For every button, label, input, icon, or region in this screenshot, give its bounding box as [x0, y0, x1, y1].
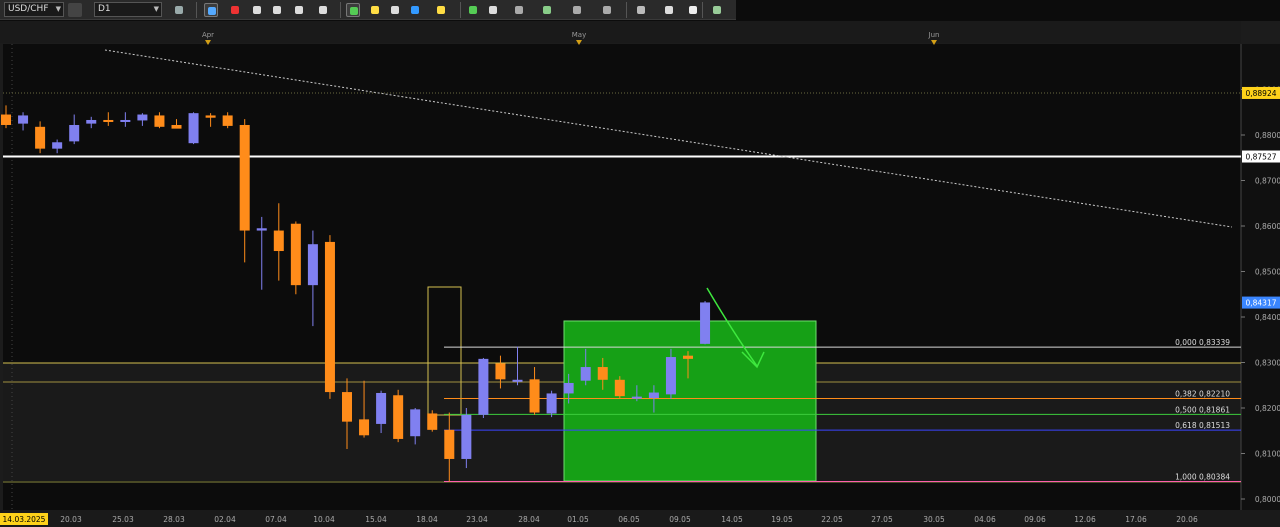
month-axis — [0, 21, 1241, 43]
y-tick-label: 0,8700 — [1255, 177, 1280, 186]
candle-body[interactable] — [683, 355, 693, 359]
candle-body[interactable] — [359, 419, 370, 436]
candle-body[interactable] — [188, 113, 199, 144]
fib-level-label: 0,382 0,82210 — [1175, 389, 1230, 398]
candle-body[interactable] — [410, 409, 421, 437]
candle-body[interactable] — [563, 382, 574, 394]
candle-body[interactable] — [137, 114, 148, 121]
candle-body[interactable] — [597, 367, 608, 380]
candle-body[interactable] — [512, 379, 523, 382]
x-tick-label: 17.06 — [1125, 515, 1147, 524]
candle-body[interactable] — [35, 126, 46, 149]
x-tick-label: 18.04 — [416, 515, 438, 524]
candle-body[interactable] — [342, 392, 352, 422]
candle-body[interactable] — [86, 119, 97, 124]
candle-body[interactable] — [307, 244, 318, 286]
x-tick-label: 30.05 — [923, 515, 945, 524]
candle-body[interactable] — [239, 124, 250, 231]
candle-body[interactable] — [52, 142, 63, 149]
x-tick-label: 28.03 — [163, 515, 185, 524]
candle-body[interactable] — [665, 357, 676, 395]
start-date-label: 14.03.2025 — [3, 515, 46, 524]
candle-body[interactable] — [120, 119, 131, 122]
y-tick-label: 0,8100 — [1255, 450, 1280, 459]
y-tick-label: 0,8600 — [1255, 222, 1280, 231]
x-tick-label: 19.05 — [771, 515, 793, 524]
x-tick-label: 02.04 — [214, 515, 236, 524]
x-tick-label: 15.04 — [365, 515, 387, 524]
candle-body[interactable] — [171, 124, 182, 129]
y-tick-label: 0,8300 — [1255, 359, 1280, 368]
x-tick-label: 01.05 — [567, 515, 589, 524]
x-tick-label: 14.05 — [721, 515, 743, 524]
candle-body[interactable] — [154, 115, 165, 127]
x-tick-label: 10.04 — [313, 515, 335, 524]
candle-body[interactable] — [580, 367, 591, 381]
x-tick-label: 20.06 — [1176, 515, 1198, 524]
x-tick-label: 25.03 — [112, 515, 134, 524]
high-price-badge: 0,88924 — [1245, 89, 1276, 98]
candle-body[interactable] — [273, 230, 284, 252]
candle-body[interactable] — [18, 115, 29, 124]
candle-body[interactable] — [427, 413, 438, 430]
candle-body[interactable] — [495, 363, 506, 380]
target-zone[interactable] — [563, 320, 817, 482]
x-tick-label: 27.05 — [871, 515, 893, 524]
candle-body[interactable] — [1, 114, 11, 125]
candle-body[interactable] — [444, 429, 455, 459]
y-tick-label: 0,8400 — [1255, 313, 1280, 322]
candle-body[interactable] — [103, 119, 114, 122]
fib-level-label: 1,000 0,80384 — [1175, 473, 1230, 482]
fib-level-label: 0,500 0,81861 — [1175, 405, 1230, 414]
trading-terminal: USD/CHF ▼ D1 ▼ AprMayJun0,89000,88000,87… — [0, 0, 1280, 527]
month-label: Apr — [202, 31, 214, 39]
x-tick-label: 04.06 — [974, 515, 996, 524]
x-tick-label: 28.04 — [518, 515, 540, 524]
y-tick-label: 0,8800 — [1255, 131, 1280, 140]
fib-level-label: 0,618 0,81513 — [1175, 421, 1230, 430]
month-label: Jun — [928, 31, 940, 39]
x-tick-label: 23.04 — [466, 515, 488, 524]
candle-body[interactable] — [461, 414, 472, 459]
y-tick-label: 0,8000 — [1255, 495, 1280, 504]
candle-body[interactable] — [478, 358, 489, 415]
candle-body[interactable] — [631, 396, 642, 399]
x-tick-label: 06.05 — [618, 515, 640, 524]
x-tick-label: 09.06 — [1024, 515, 1046, 524]
candle-body[interactable] — [393, 395, 404, 439]
candle-body[interactable] — [700, 302, 711, 344]
x-tick-label: 12.06 — [1074, 515, 1096, 524]
candle-body[interactable] — [205, 115, 216, 118]
candle-body[interactable] — [222, 115, 233, 126]
candle-body[interactable] — [324, 241, 335, 393]
price-chart[interactable]: AprMayJun0,89000,88000,87000,86000,85000… — [0, 0, 1280, 527]
candle-body[interactable] — [546, 393, 557, 414]
candle-body[interactable] — [648, 392, 659, 398]
candle-body[interactable] — [256, 228, 267, 231]
candle-body[interactable] — [376, 392, 387, 424]
resistance-price-badge: 0,87527 — [1245, 153, 1276, 162]
candle-body[interactable] — [614, 379, 625, 397]
candle-body[interactable] — [69, 124, 80, 142]
y-tick-label: 0,8500 — [1255, 268, 1280, 277]
fib-level-label: 0,000 0,83339 — [1175, 338, 1230, 347]
current-price-badge: 0,84317 — [1245, 299, 1276, 308]
x-tick-label: 20.03 — [60, 515, 82, 524]
x-tick-label: 22.05 — [821, 515, 843, 524]
month-label: May — [572, 31, 586, 39]
x-tick-label: 07.04 — [265, 515, 287, 524]
x-tick-label: 09.05 — [669, 515, 691, 524]
candle-body[interactable] — [290, 223, 301, 286]
price-axis — [1241, 44, 1280, 510]
candle-body[interactable] — [529, 379, 540, 413]
y-tick-label: 0,8200 — [1255, 404, 1280, 413]
